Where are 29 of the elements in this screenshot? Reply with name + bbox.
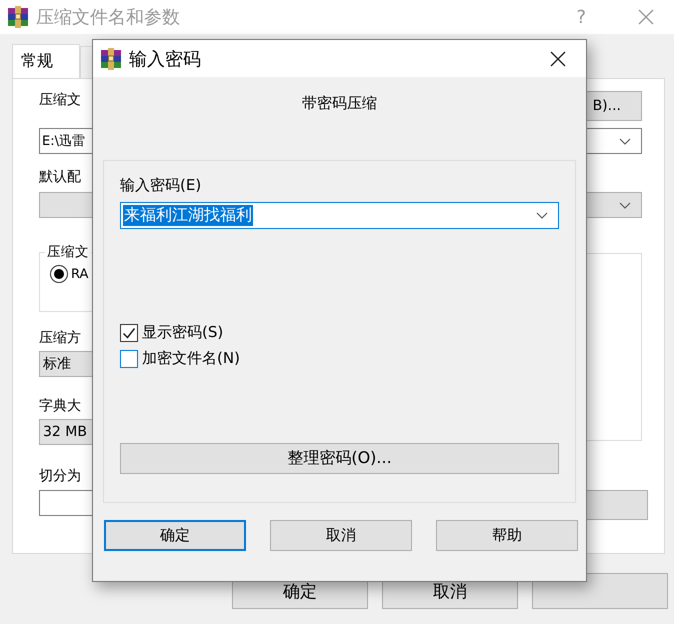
password-field[interactable]: 来福利江湖找福利: [120, 202, 559, 229]
dialog-title: 输入密码: [129, 48, 202, 70]
field-label: 压缩文: [39, 91, 81, 109]
checkbox[interactable]: [120, 350, 138, 368]
button[interactable]: [585, 490, 648, 520]
chevron-down-icon: [619, 202, 631, 208]
field-label: 切分为: [39, 467, 81, 485]
field-label: 默认配: [39, 168, 81, 186]
archive-icon: [99, 46, 123, 70]
field-label: 输入密码(E): [120, 176, 202, 195]
checkbox-label: 显示密码(S): [142, 323, 224, 342]
archive-icon: [6, 5, 30, 29]
radio-button[interactable]: [50, 265, 68, 283]
organize-passwords-button[interactable]: 整理密码(O)...: [120, 443, 559, 474]
chevron-down-icon: [536, 212, 548, 219]
dialog-button[interactable]: 确定: [104, 520, 246, 551]
tab[interactable]: 常规: [12, 44, 80, 81]
window-title: 压缩文件名和参数: [36, 6, 181, 29]
field-label: 字典大: [39, 397, 81, 415]
field-label: 压缩方: [39, 329, 81, 347]
dialog-button[interactable]: 帮助: [436, 520, 578, 551]
dialog-button[interactable]: 取消: [270, 520, 412, 551]
chevron-down-icon: [619, 138, 631, 144]
radio-label: RA: [71, 266, 88, 282]
close-icon[interactable]: [550, 50, 566, 66]
checkbox-label: 加密文件名(N): [142, 349, 240, 368]
dialog-heading: 带密码压缩: [302, 94, 377, 113]
group-label: 压缩文: [45, 243, 91, 261]
checkbox[interactable]: [120, 324, 138, 342]
